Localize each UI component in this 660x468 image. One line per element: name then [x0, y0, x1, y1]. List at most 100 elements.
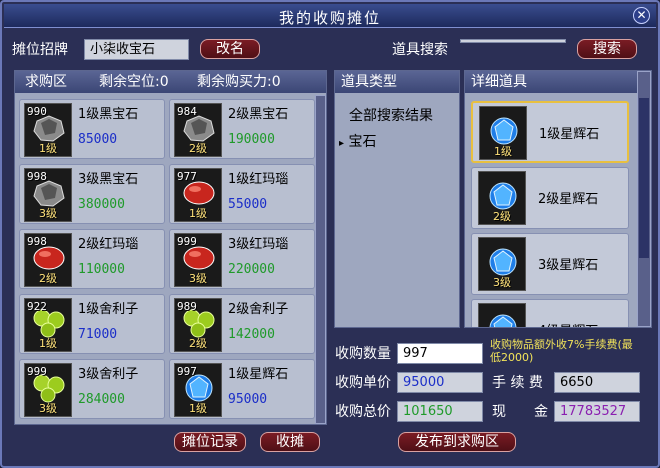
buy-item-card[interactable]: 984 2级 2级黑宝石 190000 — [169, 99, 315, 159]
buy-item-card[interactable]: 989 2级 2级舍利子 142000 — [169, 294, 315, 354]
buy-item-card[interactable]: 977 1级 1级红玛瑙 55000 — [169, 164, 315, 224]
search-button[interactable]: 搜索 — [577, 39, 637, 59]
detail-item-level: 2级 — [493, 210, 511, 223]
detail-item-level: 1级 — [494, 145, 512, 158]
buy-item-card[interactable]: 999 3级 3级红玛瑙 220000 — [169, 229, 315, 289]
item-count: 998 — [27, 170, 47, 183]
buy-item-card[interactable]: 922 1级 1级舍利子 71000 — [19, 294, 165, 354]
item-name: 1级黑宝石 — [78, 107, 139, 122]
buy-item-card[interactable]: 999 3级 3级舍利子 284000 — [19, 359, 165, 419]
item-name: 1级红玛瑙 — [228, 172, 289, 187]
item-level: 1级 — [189, 402, 207, 415]
detail-item-card[interactable]: 2级 2级星辉石 — [471, 167, 629, 229]
blue-gem-icon: 997 1级 — [174, 363, 222, 417]
buy-area-header: 求购区 剩余空位:0 剩余购买力:0 — [15, 71, 326, 93]
item-name: 2级红玛瑙 — [78, 237, 139, 252]
publish-to-buy-area-button[interactable]: 发布到求购区 — [398, 432, 516, 452]
total-price-value: 101650 — [397, 401, 483, 422]
selected-arrow-icon: ▸ — [339, 138, 345, 149]
total-price-label: 收购总价 — [335, 404, 391, 420]
item-price: 71000 — [78, 327, 118, 342]
item-level: 1级 — [39, 337, 57, 350]
item-count: 999 — [177, 235, 197, 248]
item-level: 1级 — [189, 207, 207, 220]
item-price: 142000 — [228, 327, 275, 342]
item-count: 977 — [177, 170, 197, 183]
item-name: 3级黑宝石 — [78, 172, 139, 187]
item-level: 1级 — [39, 142, 57, 155]
remaining-slots: 剩余空位:0 — [99, 74, 169, 90]
item-type-all-results[interactable]: 全部搜索结果 — [349, 105, 433, 125]
item-count: 998 — [27, 235, 47, 248]
detail-item-panel: 详细道具 1级 1级星辉石 2级 2级星辉石 3级 3级星辉石 4级星辉石 — [464, 70, 652, 328]
buy-area-panel: 求购区 剩余空位:0 剩余购买力:0 990 1级 1级黑宝石 85000 984 2级 2… — [14, 70, 327, 425]
detail-item-name: 1级星辉石 — [539, 127, 600, 142]
buy-item-card[interactable]: 997 1级 1级星辉石 95000 — [169, 359, 315, 419]
item-name: 1级舍利子 — [78, 302, 139, 317]
item-type-header: 道具类型 — [335, 71, 459, 93]
green-gem-icon: 922 1级 — [24, 298, 72, 352]
buy-item-card[interactable]: 998 2级 2级红玛瑙 110000 — [19, 229, 165, 289]
stall-sign-label: 摊位招牌 — [12, 42, 68, 58]
title-bar[interactable]: 我的收购摊位 ✕ — [4, 4, 656, 28]
star-gem-icon: 3级 — [478, 237, 526, 291]
red-gem-icon: 999 3级 — [174, 233, 222, 287]
item-name: 1级星辉石 — [228, 367, 289, 382]
black-gem-icon: 990 1级 — [24, 103, 72, 157]
fee-label: 手 续 费 — [492, 375, 543, 391]
item-search-input[interactable] — [460, 39, 566, 43]
item-type-gems[interactable]: ▸ 宝石 — [339, 131, 376, 151]
item-price: 190000 — [228, 132, 275, 147]
detail-item-card[interactable]: 3级 3级星辉石 — [471, 233, 629, 295]
close-icon[interactable]: ✕ — [633, 7, 650, 24]
item-name: 3级红玛瑙 — [228, 237, 289, 252]
item-count: 984 — [177, 105, 197, 118]
buy-area-title: 求购区 — [25, 74, 67, 90]
purchase-qty-label: 收购数量 — [335, 346, 391, 362]
buy-item-card[interactable]: 998 3级 3级黑宝石 380000 — [19, 164, 165, 224]
item-price: 95000 — [228, 392, 268, 407]
detail-scrollbar[interactable] — [637, 71, 651, 327]
detail-item-name: 4级星辉石 — [538, 320, 598, 327]
green-gem-icon: 999 3级 — [24, 363, 72, 417]
item-level: 2级 — [39, 272, 57, 285]
red-gem-icon: 998 2级 — [24, 233, 72, 287]
close-stall-button[interactable]: 收摊 — [260, 432, 320, 452]
item-price: 85000 — [78, 132, 118, 147]
cash-value: 17783527 — [554, 401, 640, 422]
unit-price-input[interactable]: 95000 — [397, 372, 483, 393]
buy-area-scrollbar[interactable] — [315, 95, 326, 424]
black-gem-icon: 998 3级 — [24, 168, 72, 222]
detail-item-card[interactable]: 1级 1级星辉石 — [471, 101, 629, 163]
item-level: 3级 — [39, 402, 57, 415]
stall-sign-field[interactable]: 小柒收宝石 — [84, 39, 189, 60]
detail-item-header: 详细道具 — [465, 71, 651, 93]
cash-label-2: 金 — [534, 404, 548, 420]
rename-button[interactable]: 改名 — [200, 39, 260, 59]
item-search-label: 道具搜索 — [392, 42, 448, 58]
remaining-purchasing-power: 剩余购买力:0 — [197, 74, 281, 90]
item-name: 2级舍利子 — [228, 302, 289, 317]
detail-scroll-thumb[interactable] — [639, 98, 649, 258]
detail-item-name: 2级星辉石 — [538, 192, 599, 207]
green-gem-icon: 989 2级 — [174, 298, 222, 352]
item-price: 55000 — [228, 197, 268, 212]
purchase-qty-input[interactable]: 997 — [397, 343, 483, 364]
item-name: 2级黑宝石 — [228, 107, 289, 122]
buy-item-card[interactable]: 990 1级 1级黑宝石 85000 — [19, 99, 165, 159]
star-gem-icon: 2级 — [478, 171, 526, 225]
item-count: 922 — [27, 300, 47, 313]
stall-record-button[interactable]: 摊位记录 — [174, 432, 246, 452]
fee-note: 收购物品额外收7%手续费(最低2000) — [490, 338, 633, 364]
item-level: 3级 — [189, 272, 207, 285]
item-name: 3级舍利子 — [78, 367, 139, 382]
item-count: 997 — [177, 365, 197, 378]
detail-item-card[interactable]: 4级星辉石 — [471, 299, 629, 327]
unit-price-label: 收购单价 — [335, 375, 391, 391]
detail-item-name: 3级星辉石 — [538, 258, 599, 273]
black-gem-icon: 984 2级 — [174, 103, 222, 157]
item-level: 2级 — [189, 142, 207, 155]
purchase-stall-window: 我的收购摊位 ✕ 摊位招牌 小柒收宝石 改名 道具搜索 搜索 求购区 剩余空位:… — [0, 0, 660, 468]
item-type-gems-label: 宝石 — [348, 134, 377, 150]
item-level: 2级 — [189, 337, 207, 350]
